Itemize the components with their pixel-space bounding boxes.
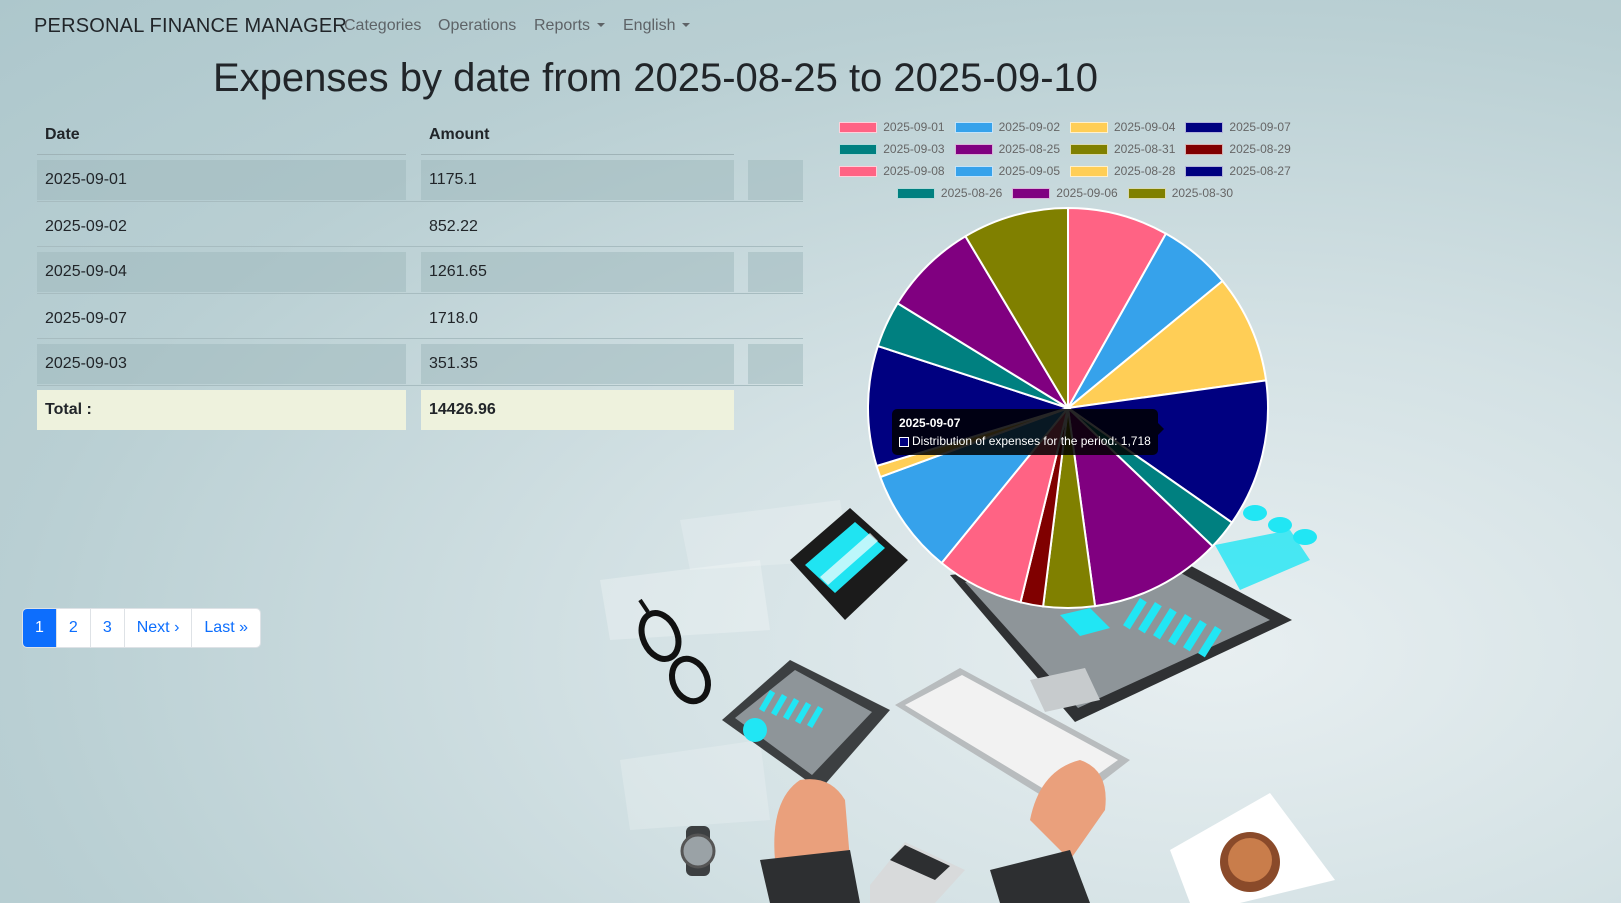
tooltip-body: Distribution of expenses for the period:… bbox=[899, 432, 1151, 450]
tooltip-title: 2025-09-07 bbox=[899, 416, 961, 430]
tooltip-swatch bbox=[899, 437, 909, 447]
tooltip-label: Distribution of expenses for the period:… bbox=[912, 434, 1151, 448]
tooltip-caret bbox=[1157, 423, 1164, 435]
pie-chart bbox=[867, 206, 1269, 609]
chart-tooltip: 2025-09-07 Distribution of expenses for … bbox=[892, 409, 1164, 455]
